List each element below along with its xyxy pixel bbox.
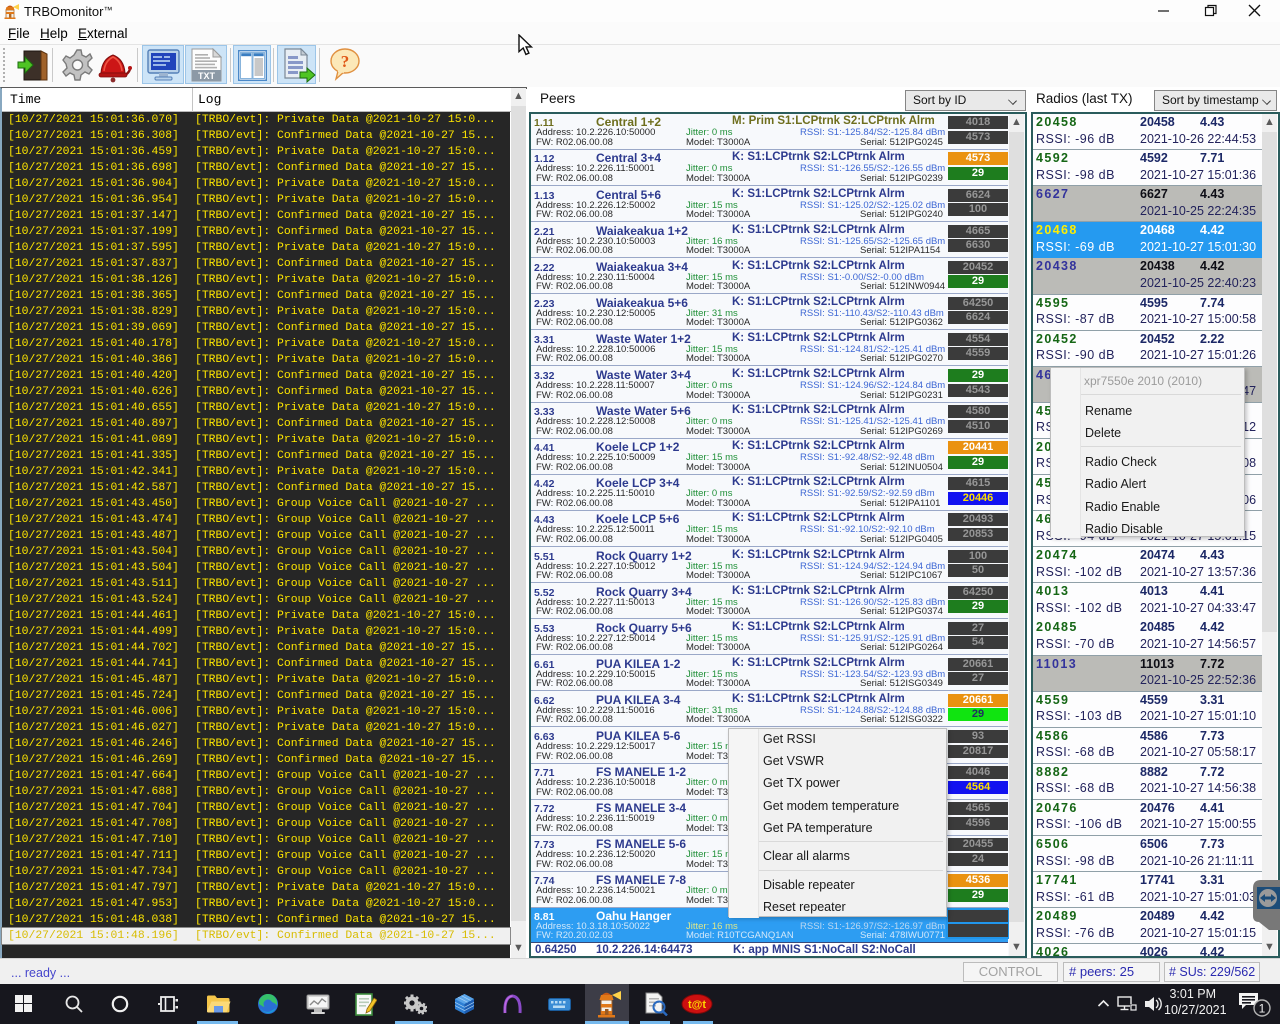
svg-text:1: 1 [1259,1002,1266,1016]
svg-text:TXT: TXT [198,71,216,81]
svg-text:?: ? [341,52,350,71]
svg-text:t@t: t@t [688,999,706,1011]
